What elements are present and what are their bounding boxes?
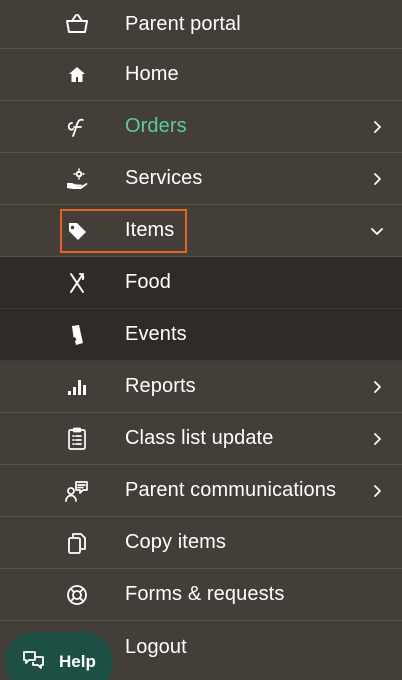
menu-item-label: Copy items (125, 531, 227, 553)
submenu-item-food[interactable]: Food (0, 257, 402, 309)
sidebar-menu: Parent portal Home Orders Services Items… (0, 0, 402, 673)
users-chat-icon (62, 476, 92, 506)
menu-item-label: Home (125, 63, 179, 85)
clipboard-list-icon (62, 424, 92, 454)
menu-item-label: Events (125, 323, 187, 345)
menu-item-label: Orders (125, 115, 187, 137)
help-button[interactable]: Help (5, 632, 113, 680)
menu-item-class-list-update[interactable]: Class list update (0, 413, 402, 465)
basket-icon (62, 9, 92, 39)
chevron-right-icon[interactable] (370, 484, 384, 498)
menu-item-home[interactable]: Home (0, 49, 402, 101)
menu-item-label: Reports (125, 375, 196, 397)
menu-item-forms-requests[interactable]: Forms & requests (0, 569, 402, 621)
chevron-down-icon[interactable] (370, 224, 384, 238)
chevron-right-icon[interactable] (370, 380, 384, 394)
orders-logo-icon (62, 112, 92, 142)
help-label: Help (59, 652, 96, 671)
menu-item-services[interactable]: Services (0, 153, 402, 205)
menu-item-label: Parent communications (125, 479, 337, 501)
menu-item-label: Class list update (125, 427, 274, 449)
lifebuoy-icon (62, 580, 92, 610)
chevron-right-icon[interactable] (370, 120, 384, 134)
copy-icon (62, 528, 92, 558)
menu-item-label: Logout (125, 635, 187, 658)
menu-item-label: Services (125, 167, 203, 189)
tag-icon (62, 216, 92, 246)
chevron-right-icon[interactable] (370, 432, 384, 446)
fork-knife-icon (62, 268, 92, 298)
hand-gear-icon (62, 164, 92, 194)
menu-item-parent-communications[interactable]: Parent communications (0, 465, 402, 517)
submenu-item-events[interactable]: Events (0, 309, 402, 361)
chevron-right-icon[interactable] (370, 172, 384, 186)
home-icon (62, 60, 92, 90)
ticket-icon (62, 320, 92, 350)
bar-chart-icon (62, 372, 92, 402)
menu-item-label: Food (125, 271, 171, 293)
chat-bubbles-icon (21, 648, 47, 677)
menu-item-reports[interactable]: Reports (0, 361, 402, 413)
menu-item-label: Parent portal (125, 12, 241, 35)
menu-item-orders[interactable]: Orders (0, 101, 402, 153)
menu-item-label: Items (125, 219, 175, 241)
menu-item-copy-items[interactable]: Copy items (0, 517, 402, 569)
menu-item-parent-portal[interactable]: Parent portal (0, 0, 402, 49)
menu-item-label: Forms & requests (125, 583, 285, 605)
menu-item-items[interactable]: Items (0, 205, 402, 257)
